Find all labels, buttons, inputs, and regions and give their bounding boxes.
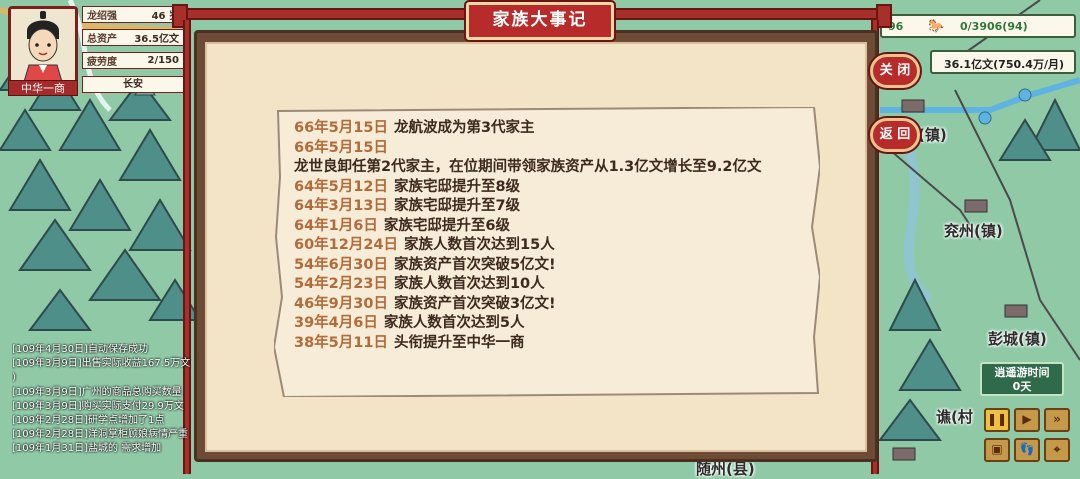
log-line: [109年3月9日]购买实际支付29.9万文 [12,400,184,412]
fast-forward-icon[interactable]: » [1044,408,1070,432]
footprints-icon[interactable]: 👣 [1014,438,1040,462]
money-bar[interactable]: 36.1亿文(750.4万/月) [930,50,1076,74]
title-caption: 中华一商 [8,80,78,96]
event-item: 46年9月30日 家族资产首次突破3亿文! [294,295,804,315]
current-city[interactable]: 长安 [82,76,184,93]
log-line: [109年4月30日]自动保存成功 [12,344,148,355]
event-date: 64年3月13日 [294,198,388,214]
event-item: 64年3月13日 家族宅邸提升至7级 [294,197,804,217]
map-label-yanzhou[interactable]: 兖州(镇) [944,220,1003,241]
log-line: [109年3月9日]广州的商品总购买数量 [12,386,182,398]
event-text: 家族宅邸提升至6级 [383,217,510,234]
event-date: 66年5月15日 [294,139,388,156]
event-item: 54年2月23日 家族人数首次达到10人 [294,275,804,295]
event-item: 64年1月6日 家族宅邸提升至6级 [294,217,804,237]
event-text: 家族宅邸提升至8级 [393,178,521,195]
log-line: [109年3月9日]出售实际收益167.5万文 [12,358,191,370]
cart-icon: 🐎 [928,19,945,34]
money-value: 36.1亿文(750.4万/月) [944,58,1065,71]
event-item: 60年12月24日 家族人数首次达到15人 [294,236,804,256]
events-scroll[interactable]: 66年5月15日 龙航波成为第3代家主 66年5月15日 龙世良卸任第2代家主，在位期… [274,107,820,397]
event-text: 家族人数首次达到10人 [393,276,545,292]
log-line: [109年2月28日]研学点增加了1点 [12,415,165,427]
event-date: 64年5月12日 [294,178,388,195]
event-text: 龙航波成为第3代家主 [393,120,535,136]
box-icon[interactable]: ▣ [984,438,1010,462]
back-button[interactable]: 返 回 [870,118,920,152]
event-date: 46年9月30日 [294,295,388,312]
character-panel: 中华一商 龙绍强 46 岁 总资产 36.5亿文 疲劳度 2/150 长安 [6,6,184,96]
stat-value: 2/150 [147,55,179,66]
stat-total-assets: 总资产 36.5亿文 [82,29,184,46]
close-button[interactable]: 关 闭 [870,54,920,88]
cargo-bar[interactable]: 96 🐎 0/3906(94) [880,14,1076,38]
event-item: 66年5月15日龙世良卸任第2代家主，在位期间带领家族资产从1.3亿文增长至9.… [294,139,804,178]
event-text: 家族人数首次达到15人 [404,237,555,253]
stat-value: 36.5亿文 [134,34,179,45]
modal-title: 家族大事记 [466,2,614,40]
map-label-qiao[interactable]: 谯(村 [936,406,973,427]
event-text: 头衔提升至中华一商 [393,334,525,351]
pause-icon[interactable]: ❚❚ [984,408,1010,432]
map-label-town[interactable]: (镇) [918,124,947,145]
stat-label: 总资产 [87,34,117,45]
event-list: 66年5月15日 龙航波成为第3代家主 66年5月15日 龙世良卸任第2代家主，在位期… [294,119,804,353]
event-date: 54年6月30日 [294,256,388,273]
stat-name-age: 龙绍强 46 岁 [82,6,184,23]
event-item: 64年5月12日 家族宅邸提升至8级 [294,178,804,198]
event-item: 66年5月15日 龙航波成为第3代家主 [294,119,804,139]
event-date: 54年2月23日 [294,276,388,292]
location-pin-icon[interactable]: ⌖ [1044,438,1070,462]
event-text: 家族资产首次突破5亿文! [393,256,556,273]
stat-fatigue: 疲劳度 2/150 [82,52,184,69]
event-date: 38年5月11日 [294,334,388,351]
travel-time-panel[interactable]: 逍遥游时间 0天 [980,362,1064,396]
cargo-capacity: 0/3906(94) [960,20,1028,33]
event-item: 39年4月6日 家族人数首次达到5人 [294,314,804,334]
log-line: ) [12,372,16,384]
event-text: 家族宅邸提升至7级 [393,198,521,214]
travel-time-label: 逍遥游时间 [994,366,1050,379]
map-label-pengcheng[interactable]: 彭城(镇) [988,328,1047,349]
event-date: 64年1月6日 [294,217,378,234]
log-line: [109年1月31日]盐城的 需求增加 [12,443,162,455]
stat-label: 龙绍强 [87,11,117,22]
event-text: 家族人数首次达到5人 [383,315,525,331]
event-date: 60年12月24日 [294,237,399,253]
event-item: 38年5月11日 头衔提升至中华一商 [294,334,804,354]
event-date: 66年5月15日 [294,120,388,136]
avatar[interactable] [8,6,78,88]
log-line: [109年2月28日]洋洞掌柜顾娘病情严重 [12,429,188,441]
event-text: 龙世良卸任第2代家主，在位期间带领家族资产从1.3亿文增长至9.2亿文 [294,159,762,175]
play-icon[interactable]: ▶ [1014,408,1040,432]
event-item: 54年6月30日 家族资产首次突破5亿文! [294,256,804,276]
travel-time-value: 0天 [1012,380,1032,393]
event-text: 家族资产首次突破3亿文! [393,295,556,312]
event-date: 39年4月6日 [294,315,378,331]
stat-label: 疲劳度 [87,57,117,68]
message-log[interactable]: [109年4月30日]自动保存成功 [109年3月9日]出售实际收益167.5万文… [12,343,196,474]
